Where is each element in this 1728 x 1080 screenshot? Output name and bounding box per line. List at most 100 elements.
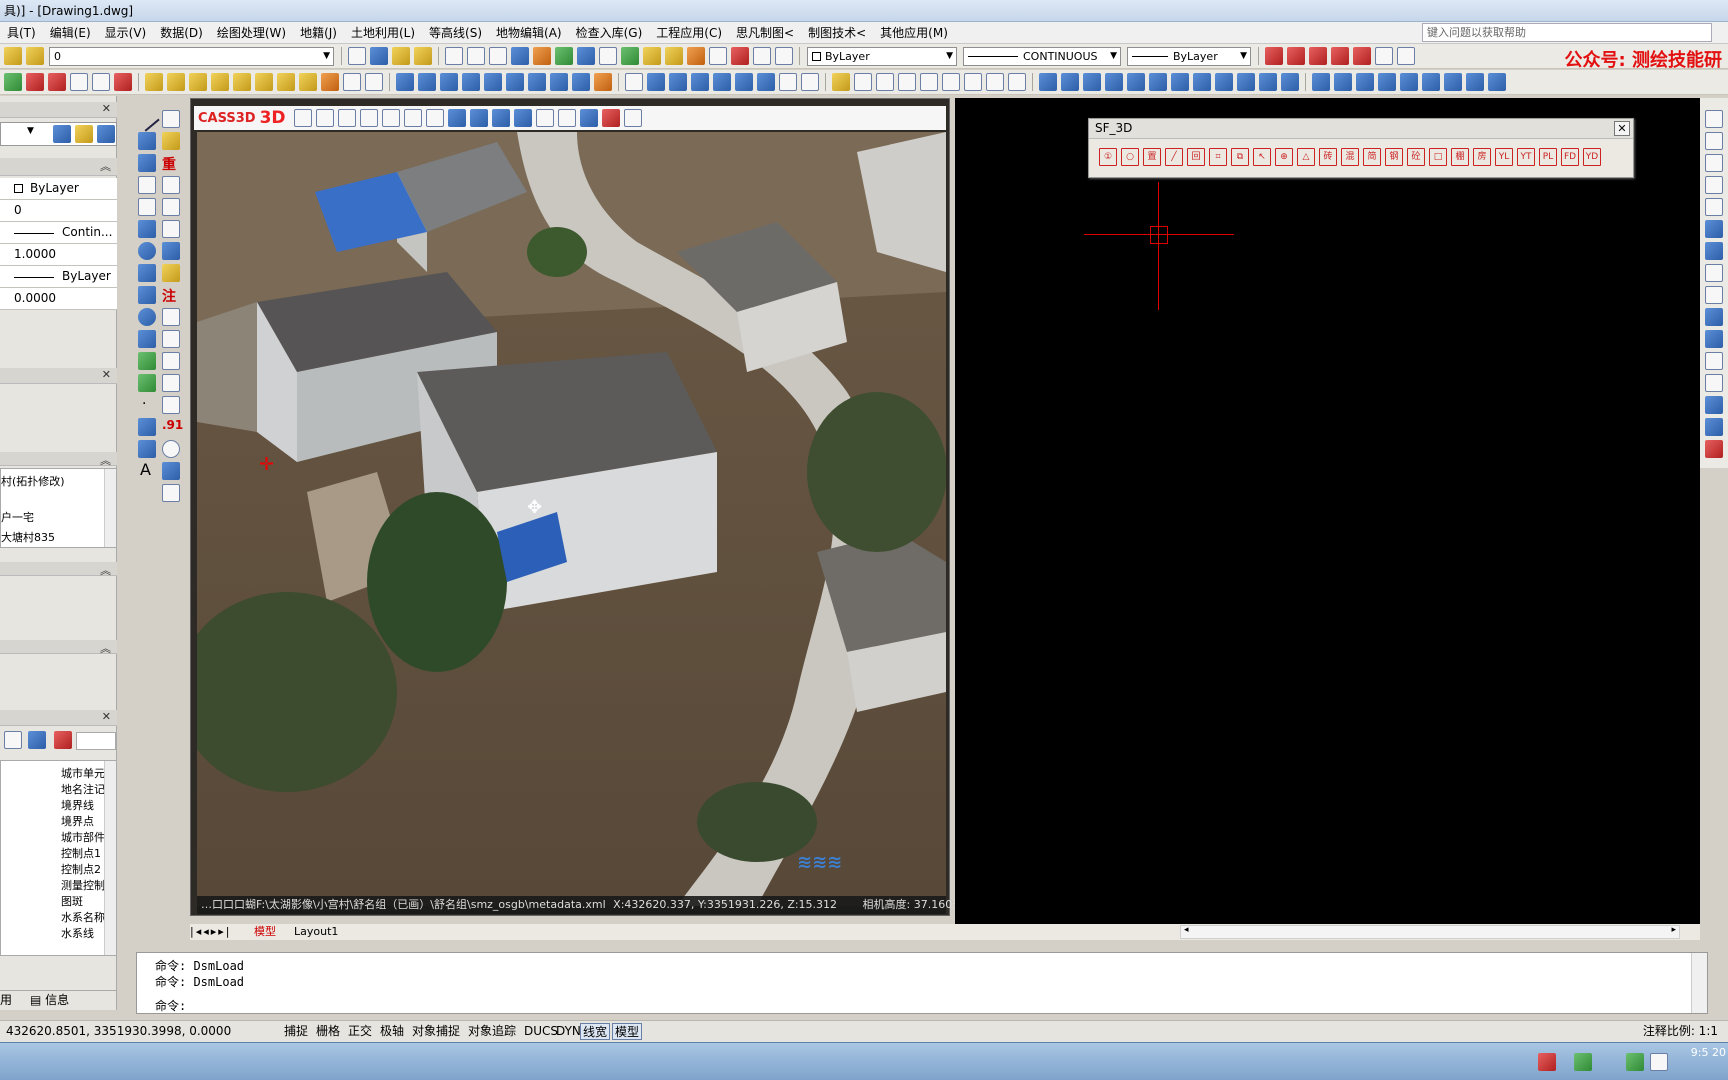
grid-icon[interactable] [599, 47, 617, 65]
sf3d-tool-icon[interactable]: 回 [1187, 148, 1205, 166]
snap-tool-3-icon[interactable] [876, 73, 894, 91]
horizontal-scrollbar[interactable]: ◂ ▸ [1180, 925, 1680, 939]
ruler-icon[interactable] [162, 264, 180, 282]
dim-tool-2-icon[interactable] [1061, 73, 1079, 91]
volume-icon[interactable] [1650, 1053, 1668, 1071]
text-tool-8-icon[interactable] [1466, 73, 1484, 91]
dim-tool-8-icon[interactable] [1193, 73, 1211, 91]
cass-draw-icon[interactable] [162, 110, 180, 128]
menu-feature-edit[interactable]: 地物编辑(A) [489, 23, 569, 43]
spline-icon[interactable] [138, 286, 156, 304]
property-thickness-row[interactable]: 0.0000 [0, 288, 117, 310]
tree-item[interactable]: 户一宅 [1, 509, 34, 525]
table-icon[interactable] [709, 47, 727, 65]
text-tool-2-icon[interactable] [1334, 73, 1352, 91]
dim-tool-5-icon[interactable] [1127, 73, 1145, 91]
arc-icon[interactable] [138, 220, 156, 238]
sf3d-tool-icon[interactable]: ⊕ [1275, 148, 1293, 166]
layer-icon[interactable] [643, 47, 661, 65]
menu-engineering[interactable]: 工程应用(C) [649, 23, 729, 43]
undo-icon[interactable] [753, 47, 771, 65]
menu-contour[interactable]: 等高线(S) [422, 23, 489, 43]
polar-toggle[interactable]: 极轴 [378, 1023, 406, 1040]
ruler-icon[interactable] [687, 47, 705, 65]
snap-tool-6-icon[interactable] [942, 73, 960, 91]
dim-tool-1-icon[interactable] [1039, 73, 1057, 91]
extend-icon[interactable] [1705, 330, 1723, 348]
close-icon[interactable]: ✕ [102, 710, 111, 723]
lineweight-toggle[interactable]: 线宽 [580, 1023, 611, 1040]
new-file-icon[interactable] [348, 47, 366, 65]
paste-icon[interactable] [489, 47, 507, 65]
layer-tool-1-icon[interactable] [145, 73, 163, 91]
section-header[interactable]: ︽ [0, 562, 117, 577]
snap-tool-4-icon[interactable] [898, 73, 916, 91]
pan-icon[interactable] [779, 73, 797, 91]
oblique-photo-scene[interactable]: ≋≋≋ ✥ ✛ [197, 132, 946, 906]
model-space-canvas[interactable] [955, 98, 1700, 924]
annotation-scale[interactable]: 注释比例: 1:1 [1643, 1021, 1718, 1042]
checkbox-icon[interactable] [54, 731, 72, 749]
sf3d-tool-icon[interactable]: YT [1517, 148, 1535, 166]
view-tool-3-icon[interactable] [440, 73, 458, 91]
save-icon[interactable] [370, 47, 388, 65]
view-tool-2-icon[interactable] [418, 73, 436, 91]
red-block-icon[interactable] [26, 73, 44, 91]
hatch-icon[interactable] [138, 418, 156, 436]
tree-scrollbar[interactable] [104, 469, 116, 547]
zoom-extents-icon[interactable] [713, 73, 731, 91]
layer-tool-4-icon[interactable] [211, 73, 229, 91]
line-icon[interactable] [134, 106, 160, 132]
document-icon[interactable] [92, 73, 110, 91]
rectangle-icon[interactable] [138, 198, 156, 216]
property-lineweight-row[interactable]: ByLayer [0, 266, 117, 288]
open-folder-icon[interactable] [392, 47, 410, 65]
construction-line-icon[interactable] [138, 154, 156, 172]
bar-icon[interactable] [162, 352, 180, 370]
menu-land-use[interactable]: 土地利用(L) [344, 23, 422, 43]
annotate-char-icon[interactable]: 注 [162, 286, 180, 305]
target-icon[interactable] [162, 440, 180, 458]
layer-tool-8-icon[interactable] [299, 73, 317, 91]
clip-box-icon[interactable] [535, 109, 554, 127]
view-tool-6-icon[interactable] [506, 73, 524, 91]
sf3d-tool-icon[interactable]: 钢 [1385, 148, 1403, 166]
chart-view-icon[interactable] [359, 109, 378, 127]
mirror-icon[interactable] [1705, 154, 1723, 172]
insert-block-icon[interactable] [138, 352, 156, 370]
rect-tool-icon[interactable] [1309, 47, 1327, 65]
dim-tool-11-icon[interactable] [1259, 73, 1277, 91]
measure-icon[interactable] [162, 220, 180, 238]
hatch-icon[interactable] [70, 73, 88, 91]
dim-tool-7-icon[interactable] [1171, 73, 1189, 91]
properties-icon[interactable] [511, 47, 529, 65]
road-icon[interactable] [162, 396, 180, 414]
fillet-icon[interactable] [1705, 418, 1723, 436]
layer-tool-5-icon[interactable] [233, 73, 251, 91]
list-item[interactable]: 控制点1 [61, 845, 101, 861]
view-tool-8-icon[interactable] [550, 73, 568, 91]
snap-tool-5-icon[interactable] [920, 73, 938, 91]
delete-model-icon[interactable] [315, 109, 334, 127]
general-section-header[interactable]: ︽ [0, 158, 117, 176]
snap-tool-8-icon[interactable] [986, 73, 1004, 91]
view-tool-7-icon[interactable] [528, 73, 546, 91]
cass-icon[interactable] [48, 73, 66, 91]
region-icon[interactable] [138, 440, 156, 458]
property-ltscale-row[interactable]: 1.0000 [0, 244, 117, 266]
sf3d-tool-icon[interactable]: PL [1539, 148, 1557, 166]
house-icon[interactable] [114, 73, 132, 91]
model-toggle[interactable]: 模型 [612, 1023, 643, 1040]
text-icon[interactable]: A [140, 460, 158, 479]
slope-line-icon[interactable] [162, 462, 180, 480]
break-icon[interactable] [1705, 352, 1723, 370]
layer-tree[interactable]: 村(拓扑修改) 户一宅 大塘村835 [0, 468, 117, 548]
print-icon[interactable] [445, 47, 463, 65]
list-item[interactable]: 水系名称 [61, 909, 105, 925]
tab-info[interactable]: ▤ 信息 [30, 991, 69, 1010]
green-block-icon[interactable] [4, 73, 22, 91]
sf3d-tool-icon[interactable]: ╱ [1165, 148, 1183, 166]
sf3d-tool-icon[interactable]: FD [1561, 148, 1579, 166]
snap-toggle[interactable]: 捕捉 [282, 1023, 310, 1040]
dim-tool-10-icon[interactable] [1237, 73, 1255, 91]
